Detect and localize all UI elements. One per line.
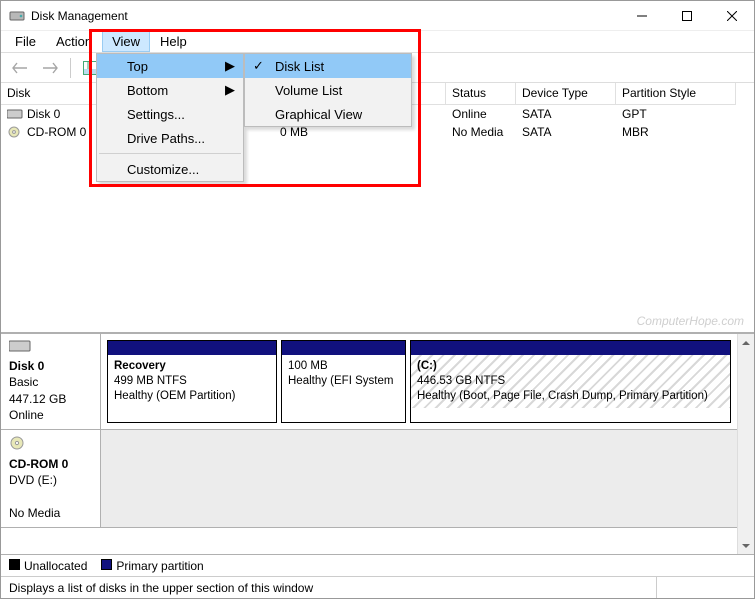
disk-label-0[interactable]: Disk 0 Basic 447.12 GB Online [1, 334, 101, 429]
maximize-button[interactable] [664, 1, 709, 30]
menubar: File Action View Help [1, 31, 754, 53]
cd-icon [9, 436, 92, 454]
partition-size: 499 MB NTFS [114, 375, 187, 387]
partition-title: Recovery [114, 360, 166, 372]
disk-status: No Media [9, 505, 92, 521]
disk-row-0: Disk 0 Basic 447.12 GB Online Recovery 4… [1, 334, 737, 430]
cell-device-type: SATA [516, 107, 616, 121]
statusbar-text: Displays a list of disks in the upper se… [9, 581, 313, 595]
col-device-type[interactable]: Device Type [516, 83, 616, 105]
top-graphical-view-item[interactable]: Graphical View [245, 102, 411, 126]
disk-management-window: Disk Management File Action View Help Di… [0, 0, 755, 599]
window-title: Disk Management [31, 9, 619, 23]
checkmark-icon: ✓ [253, 58, 264, 74]
disk-kind: DVD (E:) [9, 472, 92, 488]
partition-stripe [108, 341, 276, 355]
disk-name: CD-ROM 0 [9, 456, 92, 472]
view-dropdown: Top ▶ Bottom ▶ Settings... Drive Paths..… [96, 53, 244, 182]
legend-unallocated: Unallocated [9, 559, 87, 573]
menu-file[interactable]: File [5, 31, 46, 52]
partition-size: 100 MB [288, 360, 328, 372]
cell-partition-style: GPT [616, 107, 736, 121]
disk-name: Disk 0 [9, 358, 92, 374]
top-submenu: ✓ Disk List Volume List Graphical View [244, 53, 412, 127]
disk-row-cdrom: CD-ROM 0 DVD (E:) No Media [1, 430, 737, 528]
hdd-icon [9, 340, 92, 356]
cell-status: Online [446, 107, 516, 121]
cell-disk: Disk 0 [27, 107, 60, 121]
disk-management-icon [9, 8, 25, 24]
cell-status: No Media [446, 125, 516, 139]
disk-status: Online [9, 407, 92, 423]
view-drive-paths-item[interactable]: Drive Paths... [97, 126, 243, 150]
partition-status: Healthy (EFI System [288, 375, 393, 387]
col-status[interactable]: Status [446, 83, 516, 105]
view-top-item[interactable]: Top ▶ [97, 54, 243, 78]
partition-c-drive[interactable]: (C:) 446.53 GB NTFS Healthy (Boot, Page … [410, 340, 731, 423]
cell-partition-style: MBR [616, 125, 736, 139]
partition-status: Healthy (OEM Partition) [114, 390, 235, 402]
view-settings-item[interactable]: Settings... [97, 102, 243, 126]
back-button[interactable] [7, 56, 33, 80]
disk-size: 447.12 GB [9, 391, 92, 407]
scroll-up-icon[interactable] [739, 334, 754, 351]
cd-icon [7, 126, 23, 138]
partition-status: Healthy (Boot, Page File, Crash Dump, Pr… [417, 390, 708, 402]
partition-recovery[interactable]: Recovery 499 MB NTFS Healthy (OEM Partit… [107, 340, 277, 423]
view-bottom-item[interactable]: Bottom ▶ [97, 78, 243, 102]
scroll-down-icon[interactable] [739, 537, 754, 554]
cell-unallocated: 0 MB [274, 125, 446, 139]
cell-device-type: SATA [516, 125, 616, 139]
menu-view[interactable]: View [102, 31, 150, 52]
hdd-icon [7, 108, 23, 120]
menu-separator [99, 153, 241, 154]
view-customize-item[interactable]: Customize... [97, 157, 243, 181]
disk-label-cdrom[interactable]: CD-ROM 0 DVD (E:) No Media [1, 430, 101, 527]
graphical-view-pane: Disk 0 Basic 447.12 GB Online Recovery 4… [1, 333, 754, 554]
partition-size: 446.53 GB NTFS [417, 375, 505, 387]
minimize-button[interactable] [619, 1, 664, 30]
menu-action[interactable]: Action [46, 31, 102, 52]
col-partition-style[interactable]: Partition Style [616, 83, 736, 105]
forward-button[interactable] [37, 56, 63, 80]
toolbar-separator [70, 58, 71, 78]
menu-help[interactable]: Help [150, 31, 197, 52]
watermark: ComputerHope.com [637, 314, 744, 328]
disk-kind: Basic [9, 374, 92, 390]
statusbar: Displays a list of disks in the upper se… [1, 576, 754, 598]
vertical-scrollbar[interactable] [737, 334, 754, 554]
statusbar-segment [656, 577, 746, 598]
titlebar: Disk Management [1, 1, 754, 31]
col-disk[interactable]: Disk [1, 83, 101, 105]
chevron-right-icon: ▶ [225, 58, 235, 74]
legend: Unallocated Primary partition [1, 554, 754, 576]
partition-efi[interactable]: 100 MB Healthy (EFI System [281, 340, 406, 423]
close-button[interactable] [709, 1, 754, 30]
partition-title: (C:) [417, 360, 437, 372]
top-disk-list-item[interactable]: ✓ Disk List [245, 54, 411, 78]
top-volume-list-item[interactable]: Volume List [245, 78, 411, 102]
legend-primary: Primary partition [101, 559, 203, 573]
cell-disk: CD-ROM 0 [27, 125, 86, 139]
cdrom-empty-area [101, 430, 737, 527]
window-controls [619, 1, 754, 30]
partition-stripe [282, 341, 405, 355]
partition-stripe [411, 341, 730, 355]
disk-partitions: Recovery 499 MB NTFS Healthy (OEM Partit… [101, 334, 737, 429]
chevron-right-icon: ▶ [225, 82, 235, 98]
